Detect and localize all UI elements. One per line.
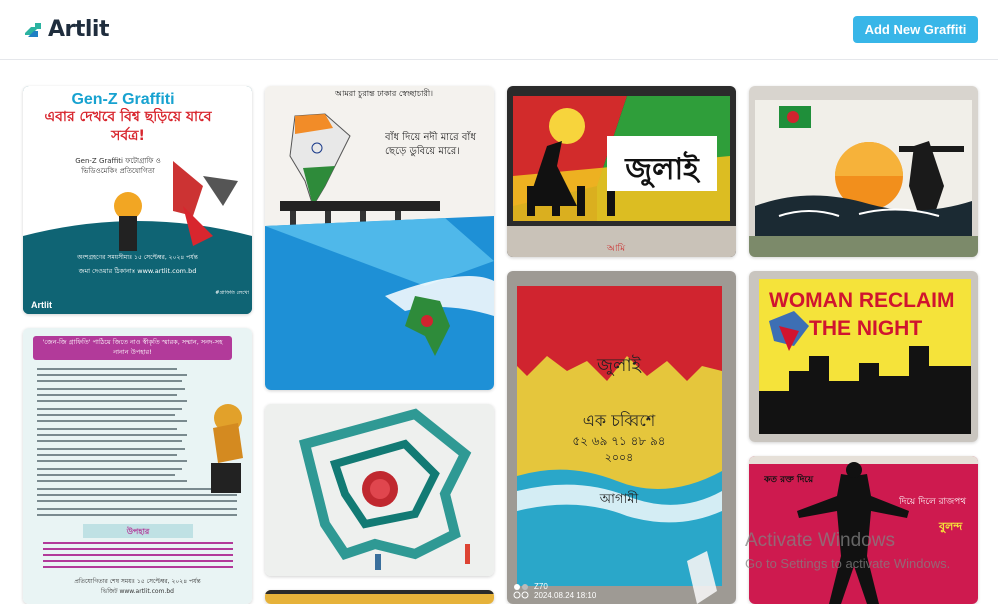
wall-title: জুলাই	[596, 355, 642, 376]
top-header: Artlit Add New Graffiti	[0, 0, 998, 60]
partial-mural-image	[265, 590, 494, 604]
wall-year2: ২০০৪	[605, 451, 634, 464]
poster-title: Gen-Z Graffiti	[71, 91, 174, 108]
dam-mural-image: আমরা চুরান্ত ঢাকার স্বেচ্ছাচারী। বাঁধ দি…	[265, 86, 494, 390]
poster-headline: এবার দেখবে বিশ্ব ছড়িয়ে যাবে সর্বত্র!	[44, 109, 212, 144]
gallery-card-calligraphy-mural[interactable]	[265, 404, 494, 576]
gallery-card-genz-poster[interactable]: Gen-Z Graffiti এবার দেখবে বিশ্ব ছড়িয়ে …	[23, 86, 252, 314]
poster-brand: Artlit	[31, 300, 52, 310]
link-logo-icon	[22, 19, 44, 41]
info-footer-site: ভিজিট www.artlit.com.bd	[101, 588, 174, 595]
poster-tag: #গ্রাফিতি লেখো	[215, 290, 249, 296]
july-wall-image: জুলাই এক চব্বিশে ৫২ ৬৯ ৭১ ৪৮ ৯৪ ২০০৪ আগা…	[507, 271, 736, 604]
july-text: জুলাই	[624, 151, 701, 188]
pink-text: দিয়ে দিলে রাজপথ	[899, 497, 967, 507]
gallery-card-genz-info[interactable]: 'জেন-জি গ্রাফিতি' পাঠিয়ে জিতে নাও স্বীক…	[23, 328, 252, 604]
info-prize-heading: উপহার	[126, 525, 150, 536]
gallery-card-dam-mural[interactable]: আমরা চুরান্ত ঢাকার স্বেচ্ছাচারী। বাঁধ দি…	[265, 86, 494, 390]
gallery-card-partial-mural[interactable]	[265, 590, 494, 604]
poster-subtitle: Gen-Z Graffiti ফটোগ্রাফি ও ভিডিওমেকিং প্…	[75, 157, 161, 175]
genz-poster-image: Gen-Z Graffiti এবার দেখবে বিশ্ব ছড়িয়ে …	[23, 86, 252, 314]
gallery-card-woman-reclaim[interactable]: WOMAN RECLAIM THE NIGHT	[749, 271, 978, 442]
info-banner: 'জেন-জি গ্রাফিতি' পাঠিয়ে জিতে নাও স্বীক…	[42, 338, 223, 356]
july-mural-image: জুলাই আমি	[507, 86, 736, 257]
wall-bottom: আগামী	[599, 491, 639, 507]
sun-mural-image	[749, 86, 978, 257]
add-new-graffiti-button[interactable]: Add New Graffiti	[853, 16, 978, 43]
logo-text: Artlit	[48, 17, 110, 42]
activate-windows-watermark: Activate Windows Go to Settings to activ…	[745, 530, 950, 571]
july-small: আমি	[606, 243, 626, 254]
watermark-subtitle: Go to Settings to activate Windows.	[745, 556, 951, 571]
woman-text1: WOMAN RECLAIM	[769, 289, 954, 312]
gallery-card-july-mural[interactable]: জুলাই আমি	[507, 86, 736, 257]
woman-text2: THE NIGHT	[809, 317, 922, 340]
wall-time: 2024.08.24 18:10	[534, 591, 597, 600]
calligraphy-mural-image	[265, 404, 494, 576]
watermark-title: Activate Windows	[745, 530, 895, 551]
genz-info-image: 'জেন-জি গ্রাফিতি' পাঠিয়ে জিতে নাও স্বীক…	[23, 328, 252, 604]
poster-deadline: অংশগ্রহণের সময়সীমাঃ ১৫ সেপ্টেম্বর, ২০২৪…	[77, 254, 198, 261]
poster-site: জমা দেওয়ার ঠিকানাঃ www.artlit.com.bd	[78, 267, 197, 275]
wall-years: ৫২ ৬৯ ৭১ ৪৮ ৯৪	[572, 434, 665, 448]
woman-reclaim-image: WOMAN RECLAIM THE NIGHT	[749, 271, 978, 442]
gallery-card-july-wall[interactable]: জুলাই এক চব্বিশে ৫২ ৬৯ ৭১ ৪৮ ৯৪ ২০০৪ আগা…	[507, 271, 736, 604]
gallery-card-sun-mural[interactable]	[749, 86, 978, 257]
wall-cam: Z70	[534, 582, 548, 591]
wall-line: এক চব্বিশে	[583, 411, 656, 430]
dam-text: বাঁধ দিয়ে নদী মারে বাঁধ ছেড়ে ডুবিয়ে ম…	[385, 132, 476, 157]
artlit-logo[interactable]: Artlit	[22, 17, 110, 42]
dam-top-text: আমরা চুরান্ত ঢাকার স্বেচ্ছাচারী।	[335, 89, 434, 98]
info-footer: প্রতিযোগিতার শেষ সময়ঃ ১৫ সেপ্টেম্বর, ২০…	[74, 578, 201, 585]
